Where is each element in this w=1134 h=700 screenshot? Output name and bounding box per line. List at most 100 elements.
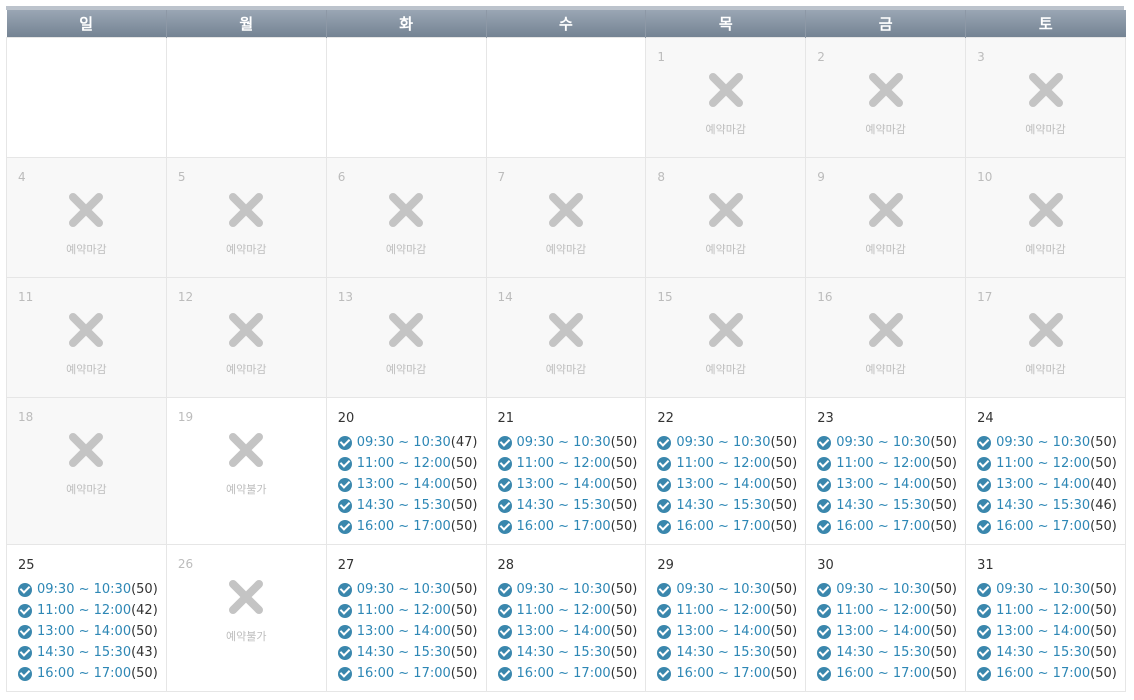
x-mark-icon [66, 430, 106, 470]
slot-time: 16:00 ~ 17:00 [676, 666, 771, 681]
time-slot-link[interactable]: 11:00 ~ 12:00 (50) [497, 453, 637, 474]
time-slot-link[interactable]: 09:30 ~ 10:30 (50) [18, 579, 158, 600]
time-slot-link[interactable]: 14:30 ~ 15:30 (50) [657, 495, 797, 516]
check-circle-icon [497, 519, 512, 534]
time-slot-link[interactable]: 14:30 ~ 15:30 (50) [817, 495, 957, 516]
time-slot-link[interactable]: 11:00 ~ 12:00 (50) [657, 453, 797, 474]
day-number: 9 [817, 170, 825, 184]
time-slot-link[interactable]: 09:30 ~ 10:30 (50) [497, 432, 637, 453]
calendar-day-cell: 20 09:30 ~ 10:30 (47) 11:00 ~ 12:00 (50) 13:0… [325, 397, 487, 545]
time-slot-link[interactable]: 16:00 ~ 17:00 (50) [977, 663, 1117, 684]
slot-remaining-count: (50) [770, 582, 798, 597]
time-slot-link[interactable]: 16:00 ~ 17:00 (50) [497, 663, 637, 684]
slot-time: 16:00 ~ 17:00 [836, 519, 931, 534]
slot-remaining-count: (50) [610, 603, 638, 618]
slot-remaining-count: (50) [930, 624, 957, 639]
check-circle-icon [337, 435, 352, 450]
time-slot-link[interactable]: 14:30 ~ 15:30 (50) [337, 495, 477, 516]
slot-time: 14:30 ~ 15:30 [37, 645, 132, 660]
time-slot-link[interactable]: 11:00 ~ 12:00 (50) [497, 600, 638, 621]
time-slot-link[interactable]: 16:00 ~ 17:00 (50) [657, 516, 797, 537]
time-slot-link[interactable]: 16:00 ~ 17:00 (50) [817, 516, 957, 537]
time-slot-link[interactable]: 14:30 ~ 15:30 (43) [18, 642, 158, 663]
calendar-day-cell: 22 09:30 ~ 10:30 (50) 11:00 ~ 12:00 (50) 13:0… [645, 397, 807, 545]
day-number: 11 [18, 290, 34, 304]
time-slot-link[interactable]: 09:30 ~ 10:30 (50) [817, 432, 957, 453]
reservation-closed-label: 예약마감 [66, 363, 107, 376]
time-slot-link[interactable]: 11:00 ~ 12:00 (50) [817, 600, 957, 621]
time-slot-link[interactable]: 09:30 ~ 10:30 (50) [817, 579, 957, 600]
time-slot-link[interactable]: 14:30 ~ 15:30 (50) [497, 495, 637, 516]
day-number: 6 [337, 170, 346, 184]
time-slot-link[interactable]: 11:00 ~ 12:00 (50) [657, 600, 797, 621]
slot-remaining-count: (50) [610, 645, 638, 660]
check-circle-icon [817, 624, 832, 639]
check-circle-icon [497, 435, 512, 450]
calendar-day-cell: 12 예약마감 [165, 277, 327, 398]
check-circle-icon [497, 624, 512, 639]
time-slot-link[interactable]: 14:30 ~ 15:30 (50) [657, 642, 797, 663]
check-circle-icon [977, 477, 992, 492]
time-slot-link[interactable]: 09:30 ~ 10:30 (50) [657, 579, 797, 600]
time-slot-link[interactable]: 09:30 ~ 10:30 (50) [977, 432, 1117, 453]
time-slot-link[interactable]: 09:30 ~ 10:30 (50) [977, 579, 1117, 600]
time-slot-link[interactable]: 14:30 ~ 15:30 (50) [337, 642, 477, 663]
time-slot-link[interactable]: 14:30 ~ 15:30 (46) [977, 495, 1117, 516]
time-slot-link[interactable]: 16:00 ~ 17:00 (50) [337, 516, 477, 537]
time-slot-link[interactable]: 11:00 ~ 12:00 (50) [337, 600, 477, 621]
time-slot-link[interactable]: 09:30 ~ 10:30 (50) [497, 579, 637, 600]
calendar-day-cell: 24 09:30 ~ 10:30 (50) 11:00 ~ 12:00 (50) 13:0… [965, 397, 1126, 545]
slot-time: 13:00 ~ 14:00 [676, 624, 771, 639]
calendar-day-cell: 15 예약마감 [645, 277, 807, 398]
time-slot-link[interactable]: 09:30 ~ 10:30 (47) [337, 432, 477, 453]
time-slot-link[interactable]: 11:00 ~ 12:00 (50) [977, 453, 1117, 474]
x-mark-icon [706, 70, 746, 110]
time-slot-link[interactable]: 11:00 ~ 12:00 (50) [977, 600, 1117, 621]
day-number: 27 [337, 558, 355, 573]
time-slot-link[interactable]: 11:00 ~ 12:00 (50) [817, 453, 957, 474]
reservation-closed-label: 예약마감 [1025, 123, 1066, 136]
time-slot-link[interactable]: 09:30 ~ 10:30 (50) [337, 579, 477, 600]
slot-remaining-count: (50) [1090, 456, 1117, 471]
slot-remaining-count: (50) [930, 666, 957, 681]
time-slot-link[interactable]: 16:00 ~ 17:00 (50) [497, 516, 637, 537]
time-slot-link[interactable]: 13:00 ~ 14:00 (50) [817, 474, 957, 495]
slot-remaining-count: (50) [1090, 603, 1117, 618]
slot-time: 16:00 ~ 17:00 [356, 519, 451, 534]
time-slot-link[interactable]: 13:00 ~ 14:00 (50) [337, 621, 477, 642]
time-slot-link[interactable]: 13:00 ~ 14:00 (40) [977, 474, 1117, 495]
time-slot-link[interactable]: 16:00 ~ 17:00 (50) [977, 516, 1117, 537]
slot-time: 16:00 ~ 17:00 [356, 666, 451, 681]
check-circle-icon [817, 456, 832, 471]
day-number: 18 [18, 410, 34, 424]
slot-remaining-count: (50) [770, 645, 798, 660]
time-slot-link[interactable]: 14:30 ~ 15:30 (50) [977, 642, 1117, 663]
time-slot-link[interactable]: 13:00 ~ 14:00 (50) [337, 474, 477, 495]
time-slot-link[interactable]: 09:30 ~ 10:30 (50) [657, 432, 797, 453]
slot-time: 11:00 ~ 12:00 [996, 456, 1091, 471]
time-slot-link[interactable]: 14:30 ~ 15:30 (50) [817, 642, 957, 663]
time-slot-link[interactable]: 13:00 ~ 14:00 (50) [657, 474, 797, 495]
time-slot-link[interactable]: 13:00 ~ 14:00 (50) [497, 474, 637, 495]
slot-time: 16:00 ~ 17:00 [996, 666, 1091, 681]
time-slot-link[interactable]: 16:00 ~ 17:00 (50) [18, 663, 158, 684]
slot-time: 14:30 ~ 15:30 [516, 645, 611, 660]
time-slot-link[interactable]: 13:00 ~ 14:00 (50) [817, 621, 957, 642]
time-slot-link[interactable]: 16:00 ~ 17:00 (50) [817, 663, 957, 684]
slot-time: 11:00 ~ 12:00 [356, 603, 451, 618]
time-slot-link[interactable]: 13:00 ~ 14:00 (50) [497, 621, 637, 642]
slot-remaining-count: (50) [930, 582, 957, 597]
slot-time: 14:30 ~ 15:30 [996, 645, 1091, 660]
x-mark-icon [1026, 70, 1066, 110]
time-slot-link[interactable]: 16:00 ~ 17:00 (50) [657, 663, 797, 684]
time-slot-link[interactable]: 11:00 ~ 12:00 (50) [337, 453, 477, 474]
time-slot-link[interactable]: 13:00 ~ 14:00 (50) [18, 621, 158, 642]
slot-remaining-count: (50) [1090, 582, 1117, 597]
time-slot-link[interactable]: 13:00 ~ 14:00 (50) [977, 621, 1117, 642]
time-slot-link[interactable]: 16:00 ~ 17:00 (50) [337, 663, 477, 684]
slot-time: 14:30 ~ 15:30 [676, 498, 771, 513]
check-circle-icon [977, 435, 992, 450]
time-slot-link[interactable]: 14:30 ~ 15:30 (50) [497, 642, 638, 663]
time-slot-link[interactable]: 11:00 ~ 12:00 (42) [18, 600, 158, 621]
time-slot-link[interactable]: 13:00 ~ 14:00 (50) [657, 621, 797, 642]
